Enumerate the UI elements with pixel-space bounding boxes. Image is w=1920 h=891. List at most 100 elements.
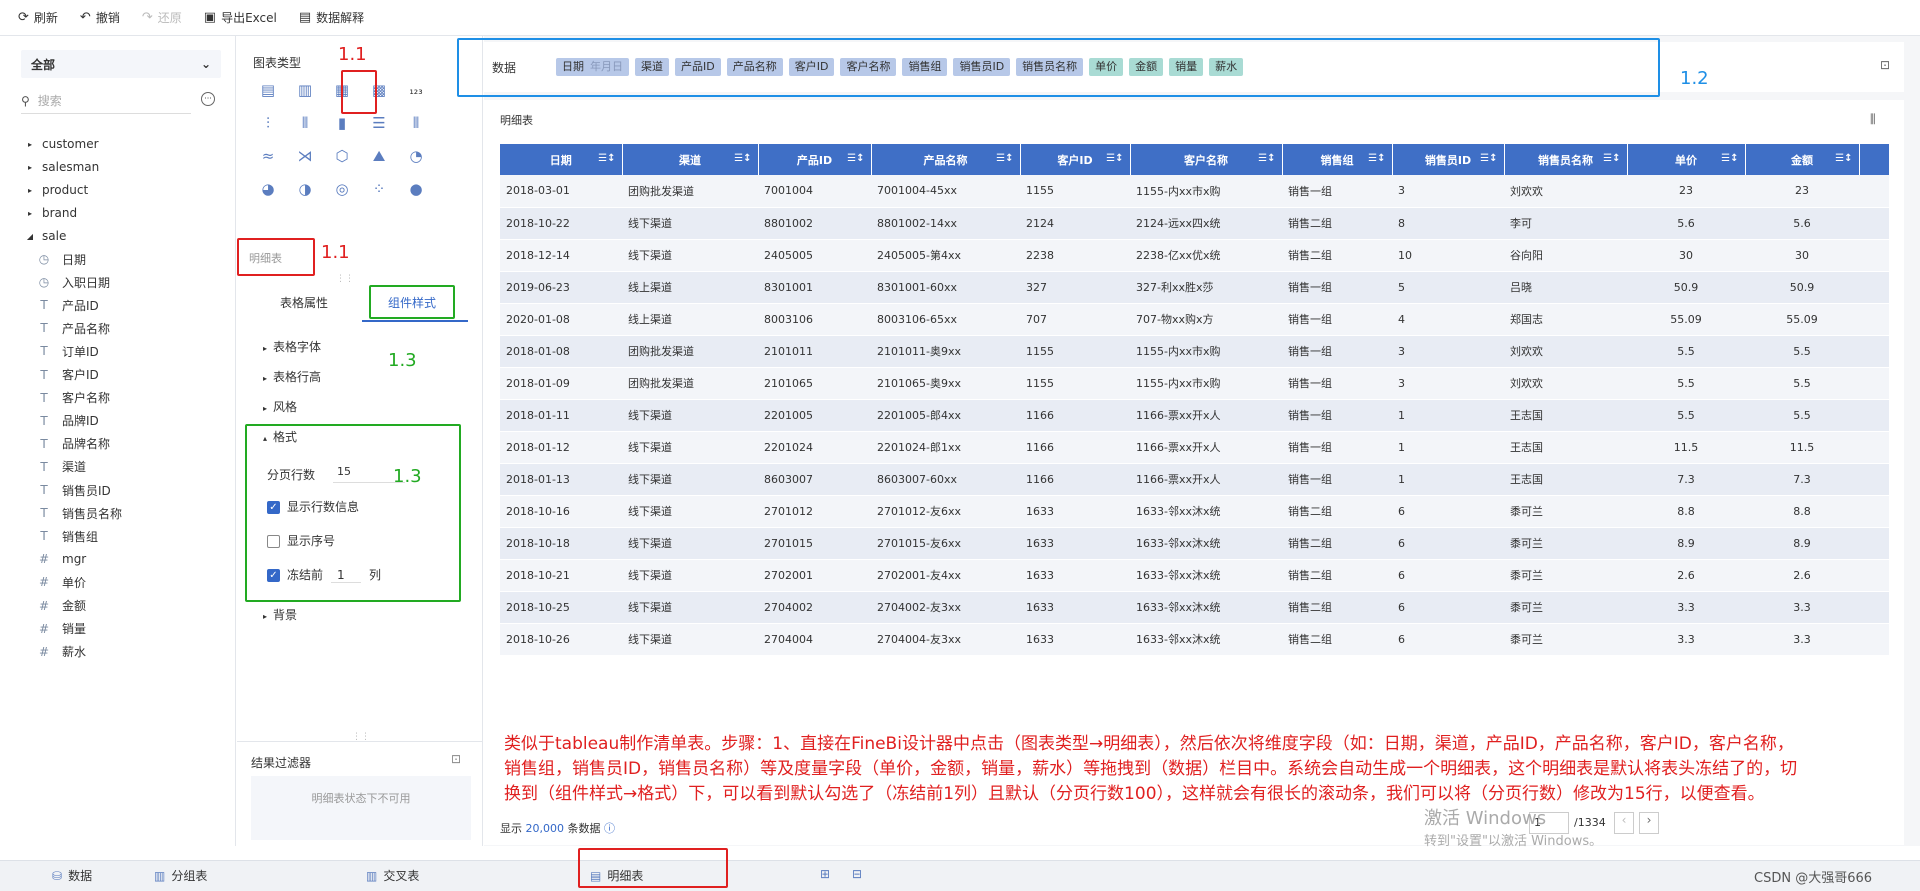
more-options-icon[interactable]: ··· xyxy=(201,92,215,106)
dots-icon[interactable]: ⁘ xyxy=(368,179,390,199)
table-cell: 8003106-65xx xyxy=(871,303,1020,336)
field-item[interactable]: T 订单ID xyxy=(36,339,98,363)
column-icon[interactable]: ▮ xyxy=(331,113,353,133)
kpi-icon[interactable]: ₁₂₃ xyxy=(405,80,427,100)
undo-button[interactable]: ↶ 撤销 xyxy=(80,9,120,26)
line-icon[interactable]: ≈ xyxy=(257,146,279,166)
drag-handle-icon[interactable]: ⋮⋮ xyxy=(352,732,370,742)
section-row-height[interactable]: ▸ 表格行高 xyxy=(263,368,321,385)
table-dropdown[interactable]: 全部 ⌄ xyxy=(21,50,221,78)
sort-icon[interactable]: ☰↕ xyxy=(847,153,864,164)
field-group-product[interactable]: ▸ product xyxy=(26,178,88,202)
table-cell: 销售一组 xyxy=(1282,303,1392,336)
area-icon[interactable]: ⛰ xyxy=(368,146,390,166)
export-excel-button[interactable]: ▣ 导出Excel xyxy=(204,9,277,26)
column-header[interactable]: 产品名称 ☰↕ xyxy=(871,144,1021,175)
tab-table-props[interactable]: 表格属性 xyxy=(280,294,328,311)
lock-icon[interactable]: ⊡ xyxy=(1880,58,1890,72)
number-type-icon: # xyxy=(38,552,50,567)
field-item[interactable]: # 销量 xyxy=(36,617,86,641)
field-item[interactable]: T 客户ID xyxy=(36,363,98,387)
columns-icon[interactable]: ⫼ xyxy=(1870,112,1876,127)
column-header[interactable]: 客户ID ☰↕ xyxy=(1020,144,1131,175)
field-item[interactable]: T 产品ID xyxy=(36,293,98,317)
sort-icon[interactable]: ☰↕ xyxy=(598,153,615,164)
field-item[interactable]: T 品牌ID xyxy=(36,409,98,433)
field-group-salesman[interactable]: ▸ salesman xyxy=(26,155,99,179)
section-style[interactable]: ▸ 风格 xyxy=(263,398,297,415)
refresh-button[interactable]: ⟳ 刷新 xyxy=(18,9,58,26)
radar-icon[interactable]: ⋊ xyxy=(294,146,316,166)
column-header[interactable]: 销售员ID ☰↕ xyxy=(1392,144,1505,175)
field-item[interactable]: # 薪水 xyxy=(36,640,86,664)
sort-icon[interactable]: ☰↕ xyxy=(1368,153,1385,164)
field-item[interactable]: T 销售组 xyxy=(36,524,98,548)
column-header[interactable]: 渠道 ☰↕ xyxy=(622,144,759,175)
chart-icon: ▥ xyxy=(154,868,166,883)
field-item[interactable]: T 品牌名称 xyxy=(36,432,110,456)
column-header[interactable]: 单价 ☰↕ xyxy=(1627,144,1746,175)
section-background[interactable]: ▸ 背景 xyxy=(263,606,297,623)
highlight-detail-tab xyxy=(578,848,728,888)
sort-icon[interactable]: ☰↕ xyxy=(1603,153,1620,164)
sort-icon[interactable]: ☰↕ xyxy=(1721,153,1738,164)
field-item[interactable]: # mgr xyxy=(36,547,86,571)
tab-group-table[interactable]: ▥ 分组表 xyxy=(154,867,207,884)
field-group-sale[interactable]: ◢ sale xyxy=(26,224,66,248)
prev-page-button[interactable]: ‹ xyxy=(1614,812,1634,834)
field-group-brand[interactable]: ▸ brand xyxy=(26,201,77,225)
field-item[interactable]: # 单价 xyxy=(36,570,86,594)
tab-data[interactable]: ⛁ 数据 xyxy=(52,867,92,884)
show-row-count-option[interactable]: ✓ 显示行数信息 xyxy=(267,498,359,515)
field-item[interactable]: T 产品名称 xyxy=(36,316,110,340)
field-item[interactable]: T 销售员ID xyxy=(36,478,110,502)
column-header[interactable]: 日期 ☰↕ xyxy=(500,144,623,175)
info-icon[interactable]: ⓘ xyxy=(604,822,615,835)
grouped-table-icon[interactable]: ▥ xyxy=(294,80,316,100)
sort-icon[interactable]: ☰↕ xyxy=(1258,153,1275,164)
pie-icon[interactable]: ◕ xyxy=(257,179,279,199)
field-item[interactable]: ◷ 日期 xyxy=(36,247,86,271)
column-header[interactable]: 销售组 ☰↕ xyxy=(1282,144,1393,175)
redo-button[interactable]: ↷ 还原 xyxy=(142,9,182,26)
scatter-bar-icon[interactable]: ⫶ xyxy=(257,113,279,133)
sort-icon[interactable]: ☰↕ xyxy=(1106,153,1123,164)
field-item[interactable]: # 金额 xyxy=(36,594,86,618)
tab-cross-table[interactable]: ▥ 交叉表 xyxy=(366,867,419,884)
column-header[interactable]: 销售员名称 ☰↕ xyxy=(1504,144,1628,175)
range-icon[interactable]: ⫴ xyxy=(405,113,427,133)
checkbox-icon[interactable] xyxy=(267,535,280,548)
donut-icon[interactable]: ◑ xyxy=(294,179,316,199)
field-item[interactable]: T 渠道 xyxy=(36,455,86,479)
field-item[interactable]: T 销售员名称 xyxy=(36,501,122,525)
add-component-button[interactable]: ⊞ xyxy=(820,867,836,881)
bar-icon[interactable]: ⦀ xyxy=(294,113,316,133)
field-group-customer[interactable]: ▸ customer xyxy=(26,132,99,156)
sort-icon[interactable]: ☰↕ xyxy=(996,153,1013,164)
data-explain-button[interactable]: ▤ 数据解释 xyxy=(299,9,364,26)
sort-icon[interactable]: ☰↕ xyxy=(1835,153,1852,164)
table-icon[interactable]: ▤ xyxy=(257,80,279,100)
bubble-icon[interactable]: ● xyxy=(405,179,427,199)
sort-icon[interactable]: ☰↕ xyxy=(1480,153,1497,164)
freeze-count-input[interactable]: 1 xyxy=(331,568,362,583)
checkbox-checked-icon[interactable]: ✓ xyxy=(267,501,280,514)
gauge-icon[interactable]: ◔ xyxy=(405,146,427,166)
field-search[interactable]: ⚲ 搜索 xyxy=(21,88,191,114)
column-header[interactable]: 产品ID ☰↕ xyxy=(758,144,872,175)
stack-icon[interactable]: ☰ xyxy=(368,113,390,133)
column-header[interactable]: 客户名称 ☰↕ xyxy=(1130,144,1283,175)
show-index-option[interactable]: 显示序号 xyxy=(267,532,335,549)
checkbox-checked-icon[interactable]: ✓ xyxy=(267,569,280,582)
section-font[interactable]: ▸ 表格字体 xyxy=(263,338,321,355)
field-item[interactable]: T 客户名称 xyxy=(36,386,110,410)
column-header[interactable]: 金额 ☰↕ xyxy=(1745,144,1860,175)
freeze-columns-option[interactable]: ✓ 冻结前 1 列 xyxy=(267,566,381,583)
drag-handle-icon[interactable]: ⋮⋮ xyxy=(336,274,354,284)
polygon-icon[interactable]: ⬡ xyxy=(331,146,353,166)
sort-icon[interactable]: ☰↕ xyxy=(734,153,751,164)
add-dashboard-button[interactable]: ⊟ xyxy=(852,867,868,881)
field-item[interactable]: ◷ 入职日期 xyxy=(36,270,110,294)
next-page-button[interactable]: › xyxy=(1639,812,1659,834)
ring-icon[interactable]: ◎ xyxy=(331,179,353,199)
